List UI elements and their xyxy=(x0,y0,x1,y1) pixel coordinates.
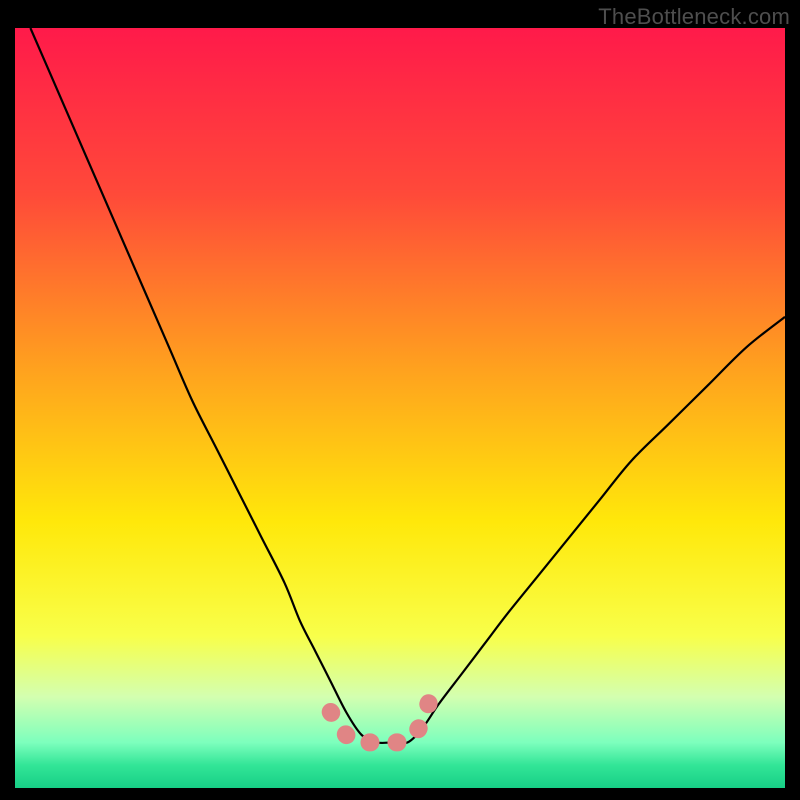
plot-svg xyxy=(15,28,785,788)
bottleneck-plot xyxy=(15,28,785,788)
watermark-label: TheBottleneck.com xyxy=(598,4,790,30)
chart-frame: TheBottleneck.com xyxy=(0,0,800,800)
gradient-background xyxy=(15,28,785,788)
